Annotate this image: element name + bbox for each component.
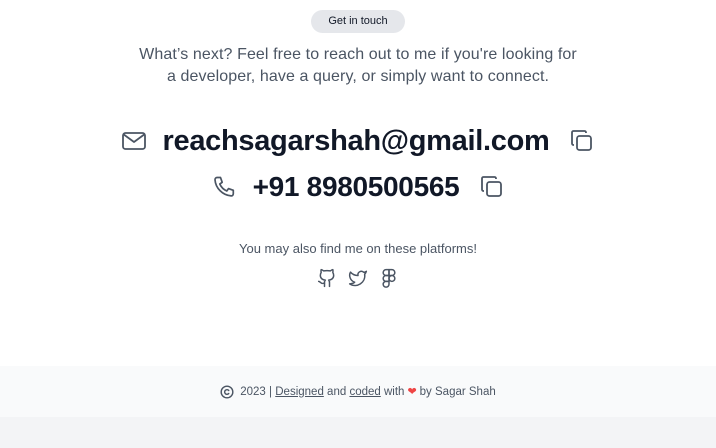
intro-line-1: What’s next? Feel free to reach out to m… [139, 46, 577, 63]
twitter-link[interactable] [347, 267, 369, 289]
heart-icon: ❤ [407, 386, 417, 398]
get-in-touch-badge: Get in touch [311, 10, 405, 33]
coded-link[interactable]: coded [349, 386, 380, 398]
copy-icon [569, 128, 595, 154]
footer-author: by Sagar Shah [419, 385, 496, 398]
mail-icon [121, 130, 147, 152]
platforms-label: You may also find me on these platforms! [239, 241, 477, 256]
footer-and: and [327, 385, 347, 398]
page-bottom-band [0, 417, 716, 448]
email-row: reachsagarshah@gmail.com [0, 120, 716, 162]
copy-phone-button[interactable] [479, 174, 505, 200]
copyright-icon [220, 384, 234, 399]
github-link[interactable] [316, 267, 338, 289]
figma-icon [379, 268, 399, 288]
social-links [0, 267, 716, 291]
footer: 2023 | Designed and coded with ❤ by Saga… [0, 366, 716, 417]
phone-icon [211, 174, 237, 200]
footer-with: with [383, 385, 405, 398]
email-address: reachsagarshah@gmail.com [162, 124, 550, 157]
copy-email-button[interactable] [569, 128, 595, 154]
figma-link[interactable] [378, 267, 400, 289]
designed-link[interactable]: Designed [275, 386, 324, 398]
phone-row: +91 8980500565 [0, 166, 716, 208]
copy-icon [479, 174, 505, 200]
intro-line-2: a developer, have a query, or simply wan… [166, 68, 550, 85]
phone-number: +91 8980500565 [252, 171, 460, 202]
footer-credits: 2023 | Designed and coded with ❤ by Saga… [220, 384, 496, 399]
footer-year: 2023 [240, 385, 266, 398]
intro-text: What’s next? Feel free to reach out to m… [0, 44, 716, 88]
github-icon [317, 268, 337, 288]
twitter-icon [348, 268, 368, 288]
